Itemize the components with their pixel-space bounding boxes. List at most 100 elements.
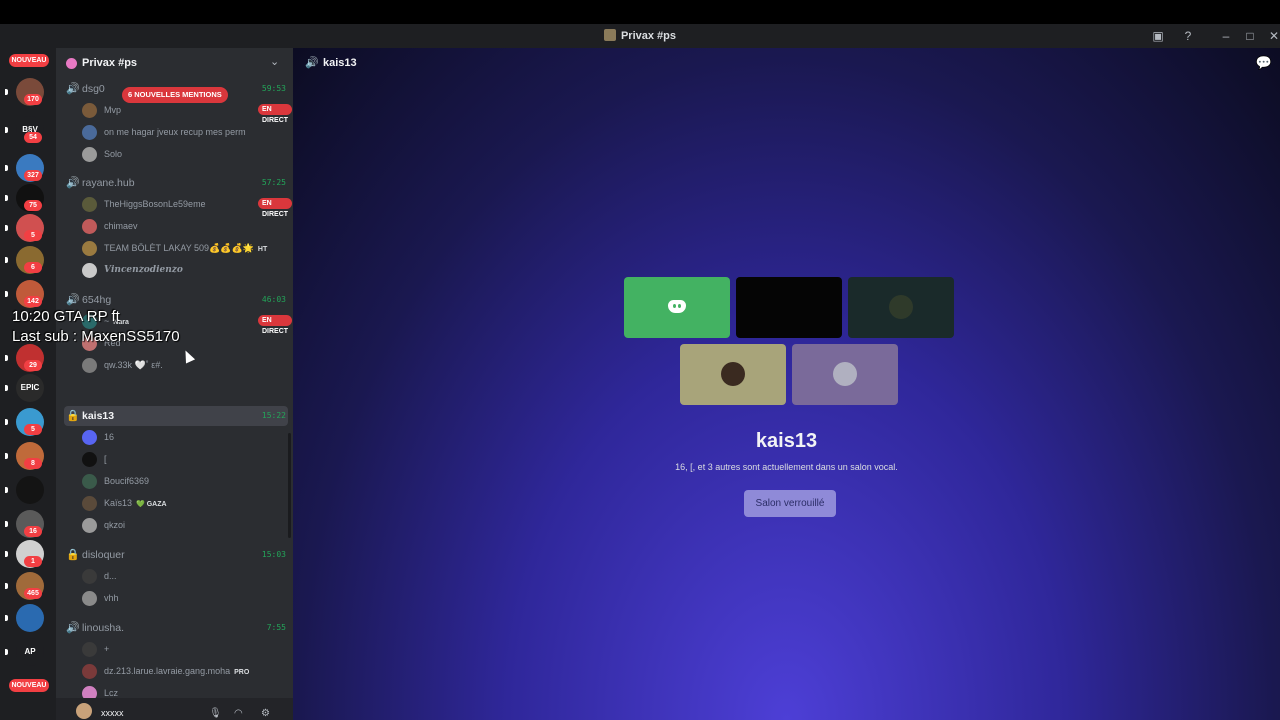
mention-badge: 170: [24, 94, 42, 105]
avatar: [82, 642, 97, 657]
voice-user[interactable]: dz.213.larue.lavraie.gang.moha PRO: [82, 662, 282, 680]
title-bar: Privax #ps ▣ ? – □ ✕: [0, 24, 1280, 48]
voice-user[interactable]: chimaev: [82, 217, 282, 235]
avatar: [833, 362, 857, 386]
mention-badge: 16: [24, 526, 42, 537]
chevron-down-icon[interactable]: ⌄: [270, 55, 279, 68]
participant-tile[interactable]: [624, 277, 730, 338]
voice-user[interactable]: Kaïs13 💚 GAZA: [82, 494, 282, 512]
voice-user-name: +: [104, 644, 110, 654]
avatar: [82, 518, 97, 533]
mention-badge: 5: [24, 230, 42, 241]
voice-user[interactable]: 𝑽𝒊𝒏𝒄𝒆𝒏𝒛𝒐𝒅𝒊𝒆𝒏𝒛𝒐: [82, 261, 282, 279]
voice-user[interactable]: vhh: [82, 589, 282, 607]
voice-user[interactable]: qw.33k 🤍˚ ε#.: [82, 356, 282, 374]
chat-bubble-icon[interactable]: 💬: [1256, 55, 1272, 71]
voice-user[interactable]: Solo: [82, 145, 282, 163]
voice-user[interactable]: +: [82, 640, 282, 658]
voice-user[interactable]: on me hagar jveux recup mes perm: [82, 123, 282, 141]
server-icon-16[interactable]: AP: [16, 638, 44, 666]
participant-tile[interactable]: [680, 344, 786, 405]
user-tag: HT: [257, 246, 268, 253]
headphones-icon[interactable]: ◠: [234, 708, 243, 719]
voice-user[interactable]: Mvp EN DIRECT: [82, 101, 293, 124]
voice-user[interactable]: 16: [82, 428, 282, 446]
minimize-button[interactable]: –: [1218, 28, 1234, 44]
unread-indicator: [5, 165, 8, 171]
inbox-icon[interactable]: ▣: [1150, 28, 1166, 44]
mention-badge: 6: [24, 262, 42, 273]
help-icon[interactable]: ?: [1180, 28, 1196, 44]
participant-tile[interactable]: [736, 277, 842, 338]
voice-user[interactable]: Boucif6369: [82, 472, 282, 490]
voice-user[interactable]: [: [82, 450, 282, 468]
speaker-icon: 🔊: [66, 83, 80, 95]
voice-channel-rayanehub[interactable]: 🔊 rayane.hub 57:25: [64, 173, 288, 193]
username: xxxxx: [101, 708, 124, 718]
user-tag: 💚 GAZA: [136, 501, 167, 508]
voice-channel-timer: 46:03: [261, 295, 286, 304]
avatar: [889, 295, 913, 319]
speaker-icon: 🔊: [305, 57, 319, 69]
unread-indicator: [5, 521, 8, 527]
voice-user-name: qkzoi: [104, 520, 126, 530]
new-badge-bottom[interactable]: NOUVEAU: [9, 679, 49, 692]
unread-indicator: [5, 649, 8, 655]
server-icon-11[interactable]: [16, 476, 44, 504]
scrollbar[interactable]: [288, 433, 291, 538]
live-badge: EN DIRECT: [258, 315, 293, 335]
voice-user[interactable]: TEAM BÖLÈT LAKAY 509💰💰💰🌟 HT: [82, 239, 282, 257]
avatar: [82, 496, 97, 511]
voice-user-name: 16: [104, 432, 115, 442]
gear-icon[interactable]: ⚙: [261, 708, 270, 719]
participant-tile[interactable]: [792, 344, 898, 405]
voice-channel-timer: 15:03: [261, 550, 286, 559]
server-list: NOUVEAU NOUVEAU 170 B§V 54 327 75 5 6 142 29 EPIC…: [0, 48, 56, 720]
avatar: [82, 452, 97, 467]
participant-tile[interactable]: [848, 277, 954, 338]
voice-channel-subtitle: 16, [, et 3 autres sont actuellement dan…: [675, 462, 898, 472]
unread-indicator: [5, 89, 8, 95]
voice-user-name: d...: [104, 571, 117, 581]
speaker-icon: 🔊: [66, 177, 80, 189]
server-icon-8[interactable]: EPIC: [16, 374, 44, 402]
server-flower-icon: [66, 58, 77, 69]
unread-indicator: [5, 583, 8, 589]
close-button[interactable]: ✕: [1266, 28, 1280, 44]
voice-channel-kais13[interactable]: 🔒 kais13 15:22: [64, 406, 288, 426]
voice-channel-name: kais13: [82, 410, 115, 422]
maximize-button[interactable]: □: [1242, 28, 1258, 44]
avatar: [82, 241, 97, 256]
voice-channel-name: dsg0: [82, 83, 105, 95]
voice-channel-linousha[interactable]: 🔊 linousha. 7:55: [64, 618, 288, 638]
microphone-icon[interactable]: 🎙: [209, 708, 222, 719]
user-tag: PRO: [234, 669, 250, 676]
voice-user-name: Kaïs13 💚 GAZA: [104, 498, 167, 508]
new-badge-top[interactable]: NOUVEAU: [9, 54, 49, 67]
voice-channel-654hg[interactable]: 🔊 654hg 46:03: [64, 290, 288, 310]
unread-indicator: [5, 453, 8, 459]
avatar: [82, 103, 97, 118]
speaker-icon: 🔊: [66, 294, 80, 306]
voice-user[interactable]: TheHiggsBosonLe59eme EN DIRECT: [82, 195, 293, 218]
voice-user-name: Boucif6369: [104, 476, 150, 486]
avatar[interactable]: [76, 703, 92, 719]
live-badge: EN DIRECT: [258, 104, 293, 124]
live-badge: EN DIRECT: [258, 198, 293, 218]
speaker-icon: 🔊: [66, 622, 80, 634]
stream-overlay-line2: Last sub : MaxenSS5170: [12, 328, 180, 345]
avatar: [82, 430, 97, 445]
server-icon-15[interactable]: [16, 604, 44, 632]
mention-badge: 327: [24, 170, 42, 181]
lock-icon: 🔒: [66, 410, 80, 422]
voice-user[interactable]: d...: [82, 567, 282, 585]
voice-channel-disloquer[interactable]: 🔒 disloquer 15:03: [64, 545, 288, 565]
server-header[interactable]: Privax #ps ⌄: [56, 48, 293, 78]
locked-channel-button[interactable]: Salon verrouillé: [744, 490, 836, 517]
new-mentions-pill[interactable]: 6 NOUVELLES MENTIONS: [122, 87, 228, 103]
channel-name: kais13: [323, 57, 357, 69]
voice-user-name: 𝑽𝒊𝒏𝒄𝒆𝒏𝒛𝒐𝒅𝒊𝒆𝒏𝒛𝒐: [104, 265, 183, 275]
mention-badge: 8: [24, 458, 42, 469]
voice-user-name: TEAM BÖLÈT LAKAY 509💰💰💰🌟 HT: [104, 243, 268, 253]
voice-user[interactable]: qkzoi: [82, 516, 282, 534]
